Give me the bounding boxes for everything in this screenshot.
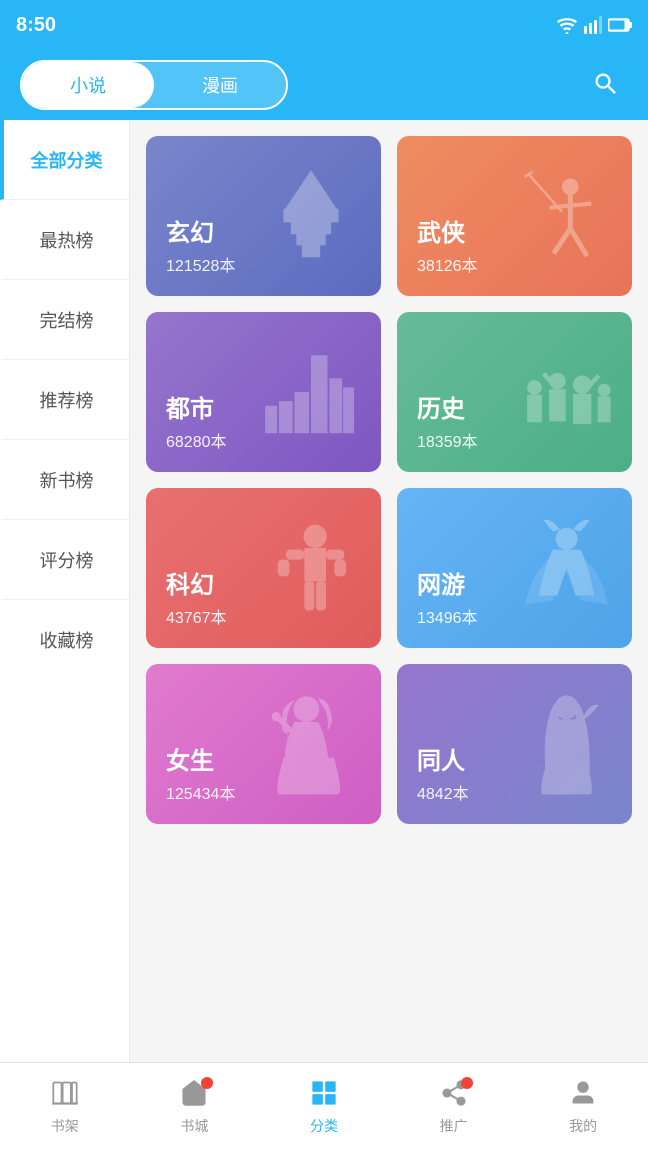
sidebar-item-new[interactable]: 新书榜 [0, 440, 129, 520]
nav-label-mine: 我的 [569, 1116, 597, 1136]
search-icon [592, 70, 620, 98]
mine-icon [568, 1079, 598, 1107]
category-card-dushi[interactable]: 都市 68280本 [146, 312, 381, 472]
wifi-icon [556, 16, 578, 34]
card-count-wangyou: 13496本 [417, 604, 612, 628]
tab-novel[interactable]: 小说 [22, 62, 154, 108]
header: 小说 漫画 [0, 50, 648, 120]
status-time: 8:50 [16, 14, 56, 37]
battery-icon [608, 18, 632, 32]
shelf-icon [50, 1079, 80, 1107]
nav-item-shelf[interactable]: 书架 [50, 1079, 80, 1136]
category-card-lishi[interactable]: 历史 18359本 [397, 312, 632, 472]
search-button[interactable] [584, 62, 628, 109]
nav-icon-wrap-mine [568, 1079, 598, 1112]
card-count-kehuan: 43767本 [166, 604, 361, 628]
card-title-wuxia: 武侠 [417, 213, 612, 248]
nav-badge-promote [461, 1077, 473, 1089]
tab-switcher: 小说 漫画 [20, 60, 288, 110]
card-title-xuanhuan: 玄幻 [166, 213, 361, 248]
status-bar: 8:50 [0, 0, 648, 50]
card-count-wuxia: 38126本 [417, 252, 612, 276]
bottom-nav: 书架 书城 分类 [0, 1062, 648, 1152]
sidebar-item-recommend[interactable]: 推荐榜 [0, 360, 129, 440]
card-count-tongren: 4842本 [417, 780, 612, 804]
status-icons [556, 16, 632, 34]
category-card-wuxia[interactable]: 武侠 38126本 [397, 136, 632, 296]
sidebar: 全部分类 最热榜 完结榜 推荐榜 新书榜 评分榜 收藏榜 [0, 120, 130, 1062]
nav-label-promote: 推广 [440, 1116, 468, 1136]
nav-item-category[interactable]: 分类 [309, 1079, 339, 1136]
card-title-tongren: 同人 [417, 741, 612, 776]
card-count-lishi: 18359本 [417, 428, 612, 452]
nav-icon-wrap-bookstore [179, 1079, 209, 1112]
nav-item-mine[interactable]: 我的 [568, 1079, 598, 1136]
nav-icon-wrap-category [309, 1079, 339, 1112]
nav-icon-wrap-shelf [50, 1079, 80, 1112]
nav-label-shelf: 书架 [51, 1116, 79, 1136]
category-card-nvsheng[interactable]: 女生 125434本 [146, 664, 381, 824]
nav-badge-bookstore [201, 1077, 213, 1089]
sidebar-item-all[interactable]: 全部分类 [0, 120, 129, 200]
sidebar-item-completed[interactable]: 完结榜 [0, 280, 129, 360]
category-card-wangyou[interactable]: 网游 13496本 [397, 488, 632, 648]
nav-label-category: 分类 [310, 1116, 338, 1136]
card-count-nvsheng: 125434本 [166, 780, 361, 804]
card-title-lishi: 历史 [417, 389, 612, 424]
card-title-nvsheng: 女生 [166, 741, 361, 776]
card-count-dushi: 68280本 [166, 428, 361, 452]
category-grid: 玄幻 121528本 武侠 38126本 [130, 120, 648, 1062]
sidebar-item-collect[interactable]: 收藏榜 [0, 600, 129, 680]
category-card-xuanhuan[interactable]: 玄幻 121528本 [146, 136, 381, 296]
card-count-xuanhuan: 121528本 [166, 252, 361, 276]
card-title-dushi: 都市 [166, 389, 361, 424]
category-card-kehuan[interactable]: 科幻 43767本 [146, 488, 381, 648]
nav-label-bookstore: 书城 [180, 1116, 208, 1136]
nav-icon-wrap-promote [439, 1079, 469, 1112]
category-icon [309, 1079, 339, 1107]
card-title-wangyou: 网游 [417, 565, 612, 600]
sidebar-item-rating[interactable]: 评分榜 [0, 520, 129, 600]
main-content: 全部分类 最热榜 完结榜 推荐榜 新书榜 评分榜 收藏榜 [0, 120, 648, 1062]
nav-item-bookstore[interactable]: 书城 [179, 1079, 209, 1136]
card-title-kehuan: 科幻 [166, 565, 361, 600]
signal-icon [584, 16, 602, 34]
tab-comic[interactable]: 漫画 [154, 62, 286, 108]
category-card-tongren[interactable]: 同人 4842本 [397, 664, 632, 824]
nav-item-promote[interactable]: 推广 [439, 1079, 469, 1136]
sidebar-item-hot[interactable]: 最热榜 [0, 200, 129, 280]
